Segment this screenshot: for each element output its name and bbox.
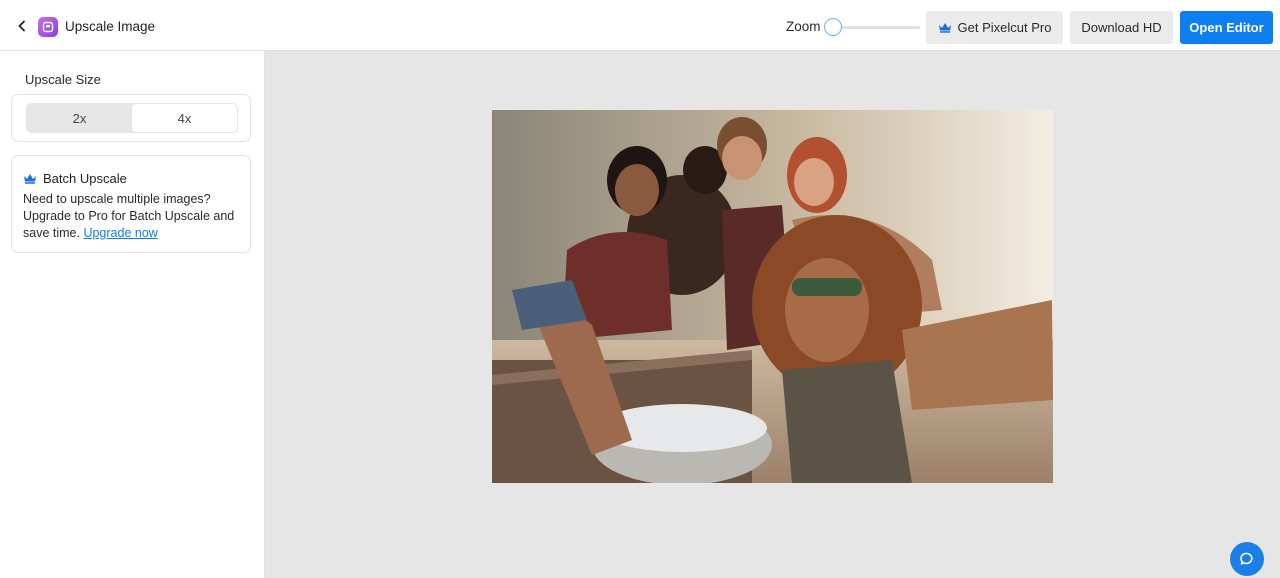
upscale-size-card: 2x 4x [11, 94, 251, 142]
size-option-2x[interactable]: 2x [27, 104, 132, 132]
batch-upscale-card: Batch Upscale Need to upscale multiple i… [11, 155, 251, 253]
upscale-size-heading: Upscale Size [25, 72, 101, 87]
size-option-4x[interactable]: 4x [132, 104, 237, 132]
help-chat-button[interactable] [1230, 542, 1264, 576]
chevron-left-icon [18, 20, 25, 32]
preview-image [492, 110, 1053, 483]
get-pro-button[interactable]: Get Pixelcut Pro [926, 11, 1063, 44]
batch-title-text: Batch Upscale [43, 171, 127, 186]
back-button[interactable] [12, 16, 32, 36]
zoom-slider[interactable] [824, 18, 920, 36]
open-editor-button[interactable]: Open Editor [1180, 11, 1273, 44]
crown-icon [24, 174, 36, 184]
chat-bubble-icon [1240, 552, 1253, 565]
page-title: Upscale Image [65, 19, 156, 34]
get-pro-label: Get Pixelcut Pro [957, 20, 1052, 35]
upscale-app-icon [38, 17, 58, 37]
top-bar: Upscale Image Zoom Get Pixelcut Pro Down… [0, 0, 1280, 51]
batch-upscale-title: Batch Upscale [23, 171, 127, 186]
upgrade-now-link[interactable]: Upgrade now [83, 226, 157, 240]
size-segmented-control: 2x 4x [26, 103, 238, 133]
sidebar: Upscale Size 2x 4x Batch Upscale Need to… [0, 51, 265, 578]
batch-description: Need to upscale multiple images? Upgrade… [23, 191, 245, 242]
download-hd-button[interactable]: Download HD [1070, 11, 1173, 44]
canvas-area [265, 51, 1280, 578]
zoom-thumb[interactable] [824, 18, 842, 36]
crown-icon [938, 23, 951, 33]
zoom-label: Zoom [786, 19, 821, 34]
